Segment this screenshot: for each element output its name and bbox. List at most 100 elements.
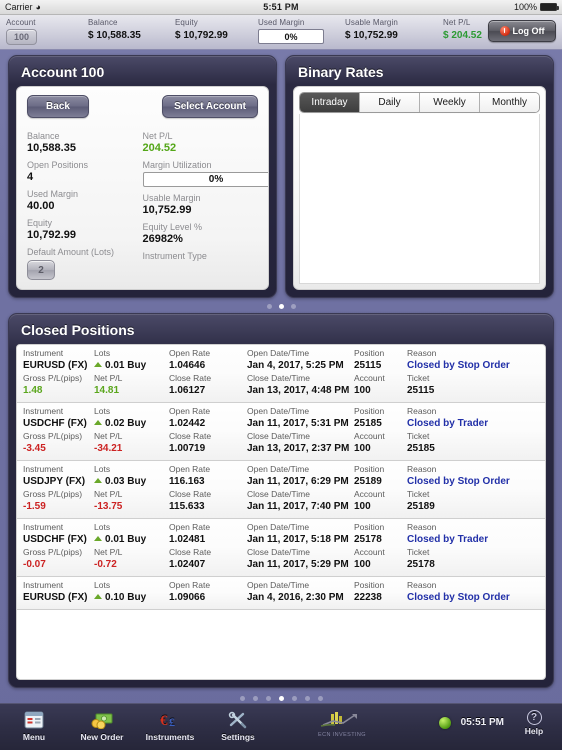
cell-position: 22238 xyxy=(354,592,382,603)
col-header-close-datetime: Close Date/Time xyxy=(247,489,310,499)
col-header-open-rate: Open Rate xyxy=(169,522,211,532)
pager-dot[interactable] xyxy=(265,696,271,701)
cell-open-datetime: Jan 4, 2016, 2:30 PM xyxy=(247,592,344,603)
table-row[interactable]: Instrument EURUSD (FX) Lots 0.10 Buy Open … xyxy=(17,577,545,610)
col-header-instrument: Instrument xyxy=(23,580,64,590)
arrow-up-icon xyxy=(94,478,102,483)
col-header-open-rate: Open Rate xyxy=(169,406,211,416)
col-header-instrument: Instrument xyxy=(23,522,64,532)
tab-monthly[interactable]: Monthly xyxy=(480,93,539,112)
field-label-net-pl: Net P/L xyxy=(142,131,173,141)
table-row[interactable]: Instrument USDCHF (FX) Lots 0.01 Buy Open … xyxy=(17,519,545,577)
toolbar-item-instruments[interactable]: € £ Instruments xyxy=(136,709,204,742)
col-header-open-datetime: Open Date/Time xyxy=(247,464,310,474)
col-header-open-rate: Open Rate xyxy=(169,580,211,590)
col-header-open-datetime: Open Date/Time xyxy=(247,522,310,532)
col-header-instrument: Instrument xyxy=(23,406,64,416)
pager-dot-active[interactable] xyxy=(278,696,284,701)
cell-reason: Closed by Stop Order xyxy=(407,360,510,371)
toolbar-item-settings[interactable]: Settings xyxy=(204,709,272,742)
col-header-ticket: Ticket xyxy=(407,547,430,557)
cell-position: 25115 xyxy=(354,360,382,371)
binary-rates-list[interactable] xyxy=(299,114,540,284)
col-header-close-datetime: Close Date/Time xyxy=(247,547,310,557)
summary-cell-account: Account 100 xyxy=(6,18,38,45)
col-header-instrument: Instrument xyxy=(23,348,64,358)
chart-logo-icon xyxy=(294,709,390,731)
tab-daily[interactable]: Daily xyxy=(360,93,420,112)
summary-label: Used Margin xyxy=(258,18,305,27)
toolbar-label-menu: Menu xyxy=(22,732,46,742)
tab-weekly[interactable]: Weekly xyxy=(420,93,480,112)
cell-gross-pl: 1.48 xyxy=(23,385,43,396)
cell-open-datetime: Jan 11, 2017, 5:18 PM xyxy=(247,534,349,545)
summary-cell-equity: Equity $ 10,792.99 xyxy=(175,18,228,41)
col-header-close-rate: Close Rate xyxy=(169,547,212,557)
col-header-ticket: Ticket xyxy=(407,373,430,383)
account-number-button[interactable]: 100 xyxy=(6,29,38,45)
col-header-gross-pl: Gross P/L(pips) xyxy=(23,489,83,499)
used-margin-field[interactable]: 0% xyxy=(258,29,324,44)
pager-dot[interactable] xyxy=(317,696,323,701)
toolbar-label-instruments: Instruments xyxy=(145,732,195,742)
col-header-position: Position xyxy=(354,580,385,590)
table-row[interactable]: Instrument USDJPY (FX) Lots 0.03 Buy Open … xyxy=(17,461,545,519)
cell-open-rate: 1.02481 xyxy=(169,534,206,545)
toolbar-item-menu[interactable]: Menu xyxy=(0,709,68,742)
field-value-usable-margin: 10,752.99 xyxy=(142,204,192,216)
closed-positions-list[interactable]: Instrument EURUSD (FX) Lots 0.01 Buy Open … xyxy=(16,344,546,680)
col-header-gross-pl: Gross P/L(pips) xyxy=(23,431,83,441)
col-header-open-rate: Open Rate xyxy=(169,348,211,358)
cell-lots: 0.10 Buy xyxy=(105,592,147,603)
toolbar-clock: 05:51 PM xyxy=(460,717,504,728)
cell-reason: Closed by Trader xyxy=(407,418,489,429)
cell-position: 25185 xyxy=(354,418,382,429)
col-header-reason: Reason xyxy=(407,580,437,590)
cell-close-rate: 1.00719 xyxy=(169,443,206,454)
table-row[interactable]: Instrument USDCHF (FX) Lots 0.02 Buy Open … xyxy=(17,403,545,461)
log-off-button[interactable]: Log Off xyxy=(488,20,556,42)
summary-label: Balance xyxy=(88,18,118,27)
summary-label: Equity xyxy=(175,18,198,27)
panel-pager[interactable] xyxy=(0,298,562,313)
cell-gross-pl: -3.45 xyxy=(23,443,46,454)
col-header-gross-pl: Gross P/L(pips) xyxy=(23,547,83,557)
toolbar-item-new-order[interactable]: New Order xyxy=(68,709,136,742)
field-value-equity-level: 26982% xyxy=(142,233,183,245)
question-mark-icon: ? xyxy=(526,710,542,725)
status-bar-time: 5:51 PM xyxy=(263,2,299,12)
select-account-button[interactable]: Select Account xyxy=(162,95,258,118)
pager-dot[interactable] xyxy=(290,304,296,309)
power-icon xyxy=(499,26,510,36)
pager-dot-active[interactable] xyxy=(278,304,284,309)
status-bar-right: 100% xyxy=(514,2,559,12)
back-button[interactable]: Back xyxy=(27,95,89,118)
margin-utilization-field[interactable]: 0% xyxy=(142,172,268,187)
cell-lots: 0.02 Buy xyxy=(105,418,147,429)
summary-value: $ 10,792.99 xyxy=(175,30,228,41)
pager-dot[interactable] xyxy=(266,304,272,309)
toolbar-item-help[interactable]: ? Help xyxy=(514,709,554,736)
tab-intraday[interactable]: Intraday xyxy=(300,93,360,112)
table-row[interactable]: Instrument EURUSD (FX) Lots 0.01 Buy Open … xyxy=(17,345,545,403)
cell-open-rate: 1.09066 xyxy=(169,592,206,603)
binary-rates-body: Intraday Daily Weekly Monthly xyxy=(293,86,546,290)
app-root: Carrier ◕ 5:51 PM 100% Account 100 Balan… xyxy=(0,0,562,750)
cell-lots: 0.01 Buy xyxy=(105,360,147,371)
pager-dot[interactable] xyxy=(239,696,245,701)
arrow-up-icon xyxy=(94,362,102,367)
cell-open-datetime: Jan 11, 2017, 6:29 PM xyxy=(247,476,349,487)
pager-dot[interactable] xyxy=(304,696,310,701)
default-lots-stepper[interactable]: 2 xyxy=(27,260,55,280)
col-header-net-pl: Net P/L xyxy=(94,373,123,383)
col-header-open-datetime: Open Date/Time xyxy=(247,348,310,358)
cell-lots: 0.03 Buy xyxy=(105,476,147,487)
summary-value: $ 10,588.35 xyxy=(88,30,141,41)
pager-dot[interactable] xyxy=(291,696,297,701)
col-header-reason: Reason xyxy=(407,348,437,358)
col-header-position: Position xyxy=(354,464,385,474)
pager-dot[interactable] xyxy=(252,696,258,701)
account-panel-body: Back Select Account Balance 10,588.35 Op… xyxy=(16,86,269,290)
col-header-reason: Reason xyxy=(407,464,437,474)
binary-rates-panel: Binary Rates Intraday Daily Weekly Month… xyxy=(285,55,554,298)
